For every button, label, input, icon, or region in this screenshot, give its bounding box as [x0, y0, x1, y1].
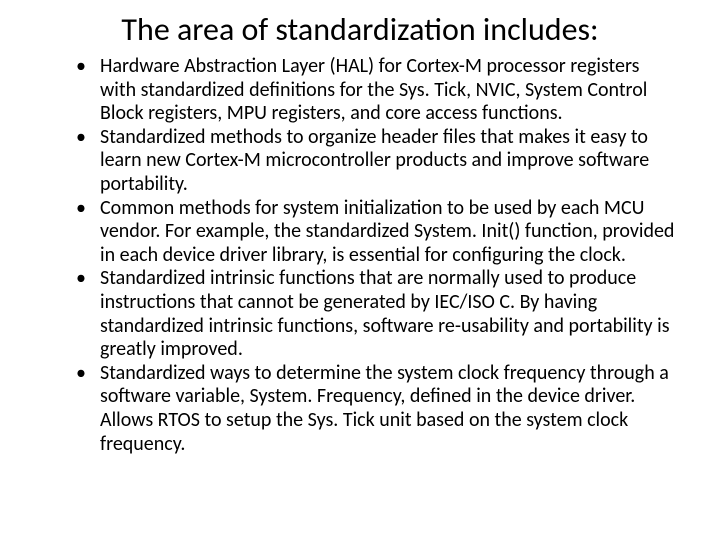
slide-title: The area of standardization includes:: [50, 10, 670, 49]
bullet-list: Hardware Abstraction Layer (HAL) for Cor…: [76, 55, 676, 456]
list-item: Standardized ways to determine the syste…: [76, 362, 676, 456]
list-item: Standardized intrinsic functions that ar…: [76, 267, 676, 361]
list-item: Common methods for system initialization…: [76, 197, 676, 268]
slide-content: Hardware Abstraction Layer (HAL) for Cor…: [30, 55, 690, 456]
list-item: Hardware Abstraction Layer (HAL) for Cor…: [76, 55, 676, 126]
list-item: Standardized methods to organize header …: [76, 126, 676, 197]
